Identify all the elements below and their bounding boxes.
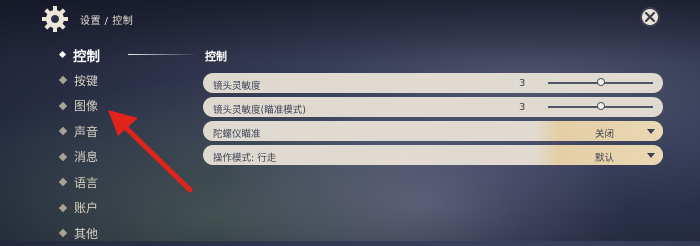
sidebar-item-keys[interactable]: 按键 xyxy=(60,68,170,94)
control-mode-row: 操作模式: 行走 默认 xyxy=(203,145,663,165)
close-icon xyxy=(644,11,656,23)
top-bar: 设置 / 控制 xyxy=(0,0,700,36)
sidebar-item-label: 账户 xyxy=(74,199,98,216)
camera-sensitivity-row: 镜头灵敏度 3 xyxy=(203,73,663,93)
caret-down-icon xyxy=(647,129,655,134)
setting-label: 陀螺仪瞄准 xyxy=(213,126,261,140)
diamond-bullet-icon xyxy=(59,102,67,110)
diamond-bullet-icon xyxy=(59,204,67,212)
sidebar-item-label: 消息 xyxy=(74,148,98,165)
diamond-bullet-icon xyxy=(59,51,66,58)
setting-value: 3 xyxy=(519,102,525,113)
dropdown-value: 关闭 xyxy=(595,126,614,140)
diamond-bullet-icon xyxy=(59,178,67,186)
sidebar-item-label: 控制 xyxy=(73,45,100,65)
diamond-bullet-icon xyxy=(59,127,67,135)
sidebar-item-other[interactable]: 其他 xyxy=(60,221,170,246)
diamond-bullet-icon xyxy=(59,76,67,84)
sidebar-item-label: 其他 xyxy=(74,225,98,242)
active-indicator xyxy=(128,54,198,55)
breadcrumb: 设置 / 控制 xyxy=(80,12,133,27)
sidebar-item-label: 语言 xyxy=(74,174,98,191)
gyro-aim-dropdown[interactable]: 关闭 xyxy=(535,121,663,141)
slider-knob[interactable] xyxy=(597,102,605,110)
sidebar-item-label: 按键 xyxy=(74,72,98,89)
control-mode-dropdown[interactable]: 默认 xyxy=(535,145,663,165)
red-arrow-icon xyxy=(100,100,200,196)
sidebar-item-label: 图像 xyxy=(74,97,98,114)
sidebar-item-controls[interactable]: 控制 xyxy=(60,42,170,68)
diamond-bullet-icon xyxy=(59,229,67,237)
setting-label: 镜头灵敏度 xyxy=(213,78,261,92)
diamond-bullet-icon xyxy=(59,153,67,161)
aim-sensitivity-slider[interactable] xyxy=(548,106,653,108)
aim-sensitivity-row: 镜头灵敏度(瞄准模式) 3 xyxy=(203,97,663,117)
camera-sensitivity-slider[interactable] xyxy=(548,82,653,84)
close-button[interactable] xyxy=(640,7,660,27)
setting-value: 3 xyxy=(519,78,525,89)
gyro-aim-row: 陀螺仪瞄准 关闭 xyxy=(203,121,663,141)
settings-panel: 控制 镜头灵敏度 3 镜头灵敏度(瞄准模式) 3 陀螺仪瞄准 关闭 操作模式: … xyxy=(203,48,663,169)
slider-knob[interactable] xyxy=(597,78,605,86)
section-title: 控制 xyxy=(205,48,663,64)
sidebar-item-label: 声音 xyxy=(74,123,98,140)
sidebar-item-account[interactable]: 账户 xyxy=(60,195,170,221)
dropdown-value: 默认 xyxy=(595,150,614,164)
setting-label: 操作模式: 行走 xyxy=(213,150,276,164)
caret-down-icon xyxy=(647,153,655,158)
setting-label: 镜头灵敏度(瞄准模式) xyxy=(213,102,306,116)
gear-icon xyxy=(40,4,70,34)
